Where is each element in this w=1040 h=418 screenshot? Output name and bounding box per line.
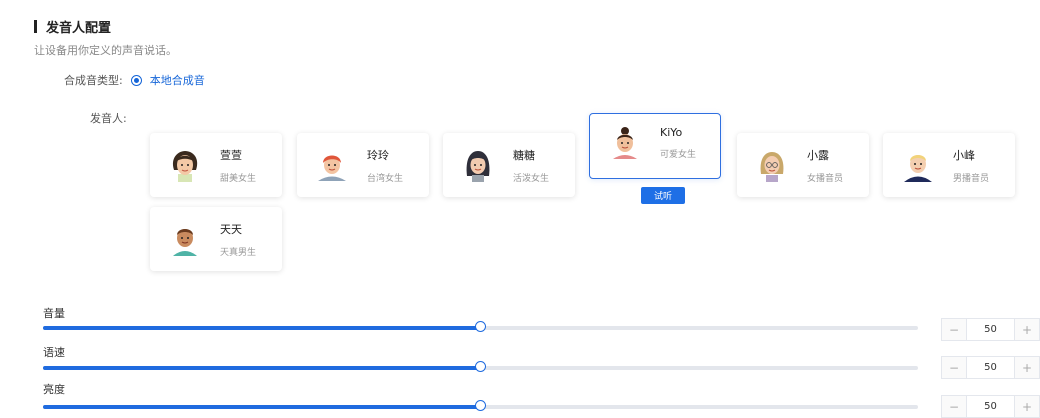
speed-increase-button[interactable]: +	[1014, 357, 1039, 378]
girl-curly-avatar-icon	[172, 151, 198, 182]
volume-increase-button[interactable]: +	[1014, 319, 1039, 340]
volume-slider-handle[interactable]	[474, 321, 486, 332]
try-listen-button[interactable]: 试听	[641, 187, 685, 204]
speed-slider-handle[interactable]	[474, 361, 486, 372]
title-accent-bar	[34, 20, 37, 33]
brightness-stepper: − 50 +	[941, 395, 1040, 418]
speaker-card-xiaofeng[interactable]: 小峰 男播音员	[883, 133, 1015, 197]
page-title: 发音人配置	[46, 21, 112, 36]
local-synth-option-label[interactable]: 本地合成音	[150, 72, 205, 88]
brightness-increase-button[interactable]: +	[1014, 396, 1039, 417]
speaker-name: 小峰	[953, 148, 975, 162]
brightness-label: 亮度	[43, 383, 65, 396]
speaker-card-lingling[interactable]: 玲玲 台湾女生	[297, 133, 429, 197]
speed-slider-fill	[43, 366, 481, 370]
speaker-desc: 天真男生	[220, 247, 257, 258]
speed-stepper: − 50 +	[941, 356, 1040, 379]
speaker-desc: 台湾女生	[367, 173, 404, 184]
speaker-name: 天天	[220, 222, 242, 236]
volume-slider-fill	[43, 326, 481, 330]
speaker-card-kiyo[interactable]: KiYo 可爱女生	[589, 113, 721, 179]
speaker-card-xiaolu[interactable]: 小露 女播音员	[737, 133, 869, 197]
woman-glasses-avatar-icon	[760, 152, 784, 182]
brightness-slider-fill	[43, 405, 481, 409]
speaker-card-xuanxuan[interactable]: 萱萱 甜美女生	[150, 133, 282, 197]
girl-bun-avatar-icon	[613, 127, 637, 159]
volume-stepper: − 50 +	[941, 318, 1040, 341]
man-blonde-avatar-icon	[904, 155, 932, 182]
speed-slider-track[interactable]	[43, 361, 918, 372]
radio-checked-dot	[133, 77, 139, 83]
brightness-slider-track[interactable]	[43, 400, 918, 411]
local-synth-radio[interactable]	[130, 74, 142, 86]
speaker-name: KiYo	[660, 126, 683, 139]
speed-decrease-button[interactable]: −	[942, 357, 967, 378]
volume-label: 音量	[43, 307, 65, 320]
girl-redhair-avatar-icon	[318, 155, 346, 181]
synth-type-label: 合成音类型:	[64, 74, 123, 87]
speaker-name: 萱萱	[220, 148, 242, 162]
speaker-card-tangtang[interactable]: 糖糖 活泼女生	[443, 133, 575, 197]
speaker-desc: 可爱女生	[660, 150, 697, 160]
section-description: 让设备用你定义的声音说话。	[34, 44, 177, 57]
brightness-slider-handle[interactable]	[474, 400, 486, 411]
boy-brown-avatar-icon	[173, 229, 197, 256]
section-header: 发音人配置	[34, 17, 111, 36]
speaker-desc: 甜美女生	[220, 173, 257, 184]
speaker-desc: 男播音员	[953, 173, 990, 184]
speed-value[interactable]: 50	[967, 357, 1014, 378]
speaker-desc: 女播音员	[807, 173, 844, 184]
speaker-name: 玲玲	[367, 148, 389, 162]
synth-type-row: 合成音类型: 本地合成音	[64, 72, 205, 88]
speaker-label: 发音人:	[90, 112, 127, 125]
speed-label: 语速	[43, 346, 65, 359]
girl-darkhair-avatar-icon	[466, 151, 490, 182]
brightness-value[interactable]: 50	[967, 396, 1014, 417]
speaker-card-tiantian[interactable]: 天天 天真男生	[150, 207, 282, 271]
volume-slider-track[interactable]	[43, 321, 918, 332]
speaker-name: 小露	[807, 148, 829, 162]
brightness-decrease-button[interactable]: −	[942, 396, 967, 417]
speaker-name: 糖糖	[513, 148, 535, 162]
volume-decrease-button[interactable]: −	[942, 319, 967, 340]
volume-value[interactable]: 50	[967, 319, 1014, 340]
speaker-desc: 活泼女生	[513, 173, 550, 184]
